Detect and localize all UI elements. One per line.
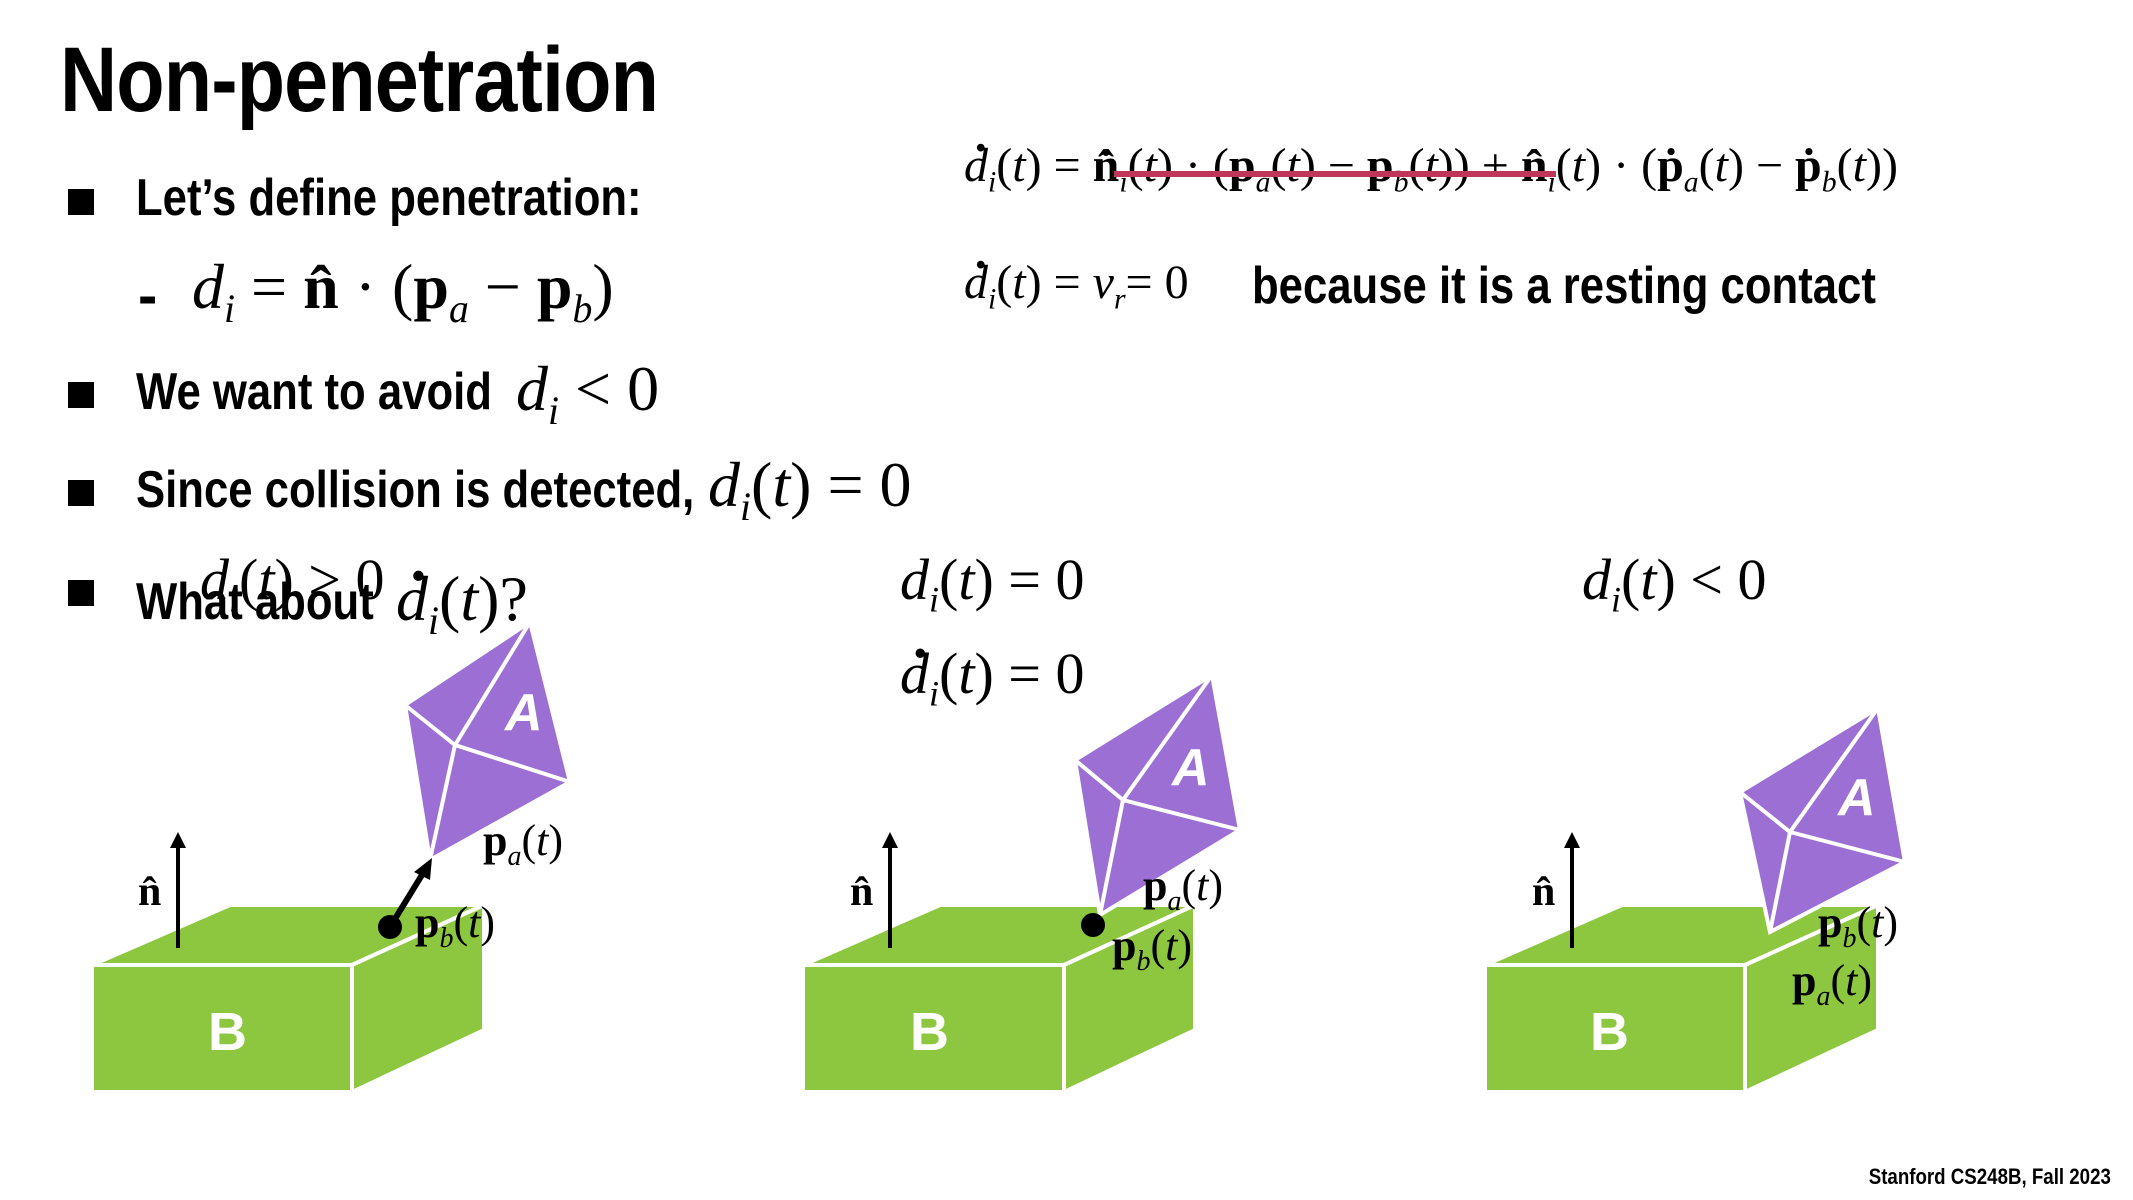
box-b-label: B [208, 1002, 247, 1062]
course-footer: Stanford CS248B, Fall 2023 [1868, 1164, 2111, 1189]
contact-diagrams: B A n̂ pa(t) pb(t) B A n̂ pa(t) pb(t) B … [90, 618, 1908, 1096]
case-1-diagram: B A n̂ pa(t) pb(t) [90, 618, 573, 1096]
svg-text:n̂: n̂ [138, 869, 161, 915]
svg-text:pb(t): pb(t) [1112, 921, 1192, 977]
body-a-label: A [503, 684, 543, 742]
svg-text:pb(t): pb(t) [1818, 898, 1898, 954]
svg-text:pa(t): pa(t) [483, 816, 563, 872]
case-3-diagram: B A n̂ pb(t) pa(t) [1483, 704, 1908, 1096]
svg-text:pa(t): pa(t) [1143, 861, 1223, 917]
body-a-label: A [1170, 739, 1210, 797]
box-b-label: B [1590, 1002, 1629, 1062]
box-b-label: B [910, 1002, 949, 1062]
svg-text:n̂: n̂ [1532, 869, 1555, 915]
svg-text:pb(t): pb(t) [415, 898, 495, 954]
case-2-diagram: B A n̂ pa(t) pb(t) [801, 671, 1243, 1096]
svg-text:n̂: n̂ [850, 869, 873, 915]
svg-text:pa(t): pa(t) [1792, 956, 1872, 1012]
body-a-label: A [1836, 769, 1876, 827]
point-contact [1081, 913, 1105, 937]
